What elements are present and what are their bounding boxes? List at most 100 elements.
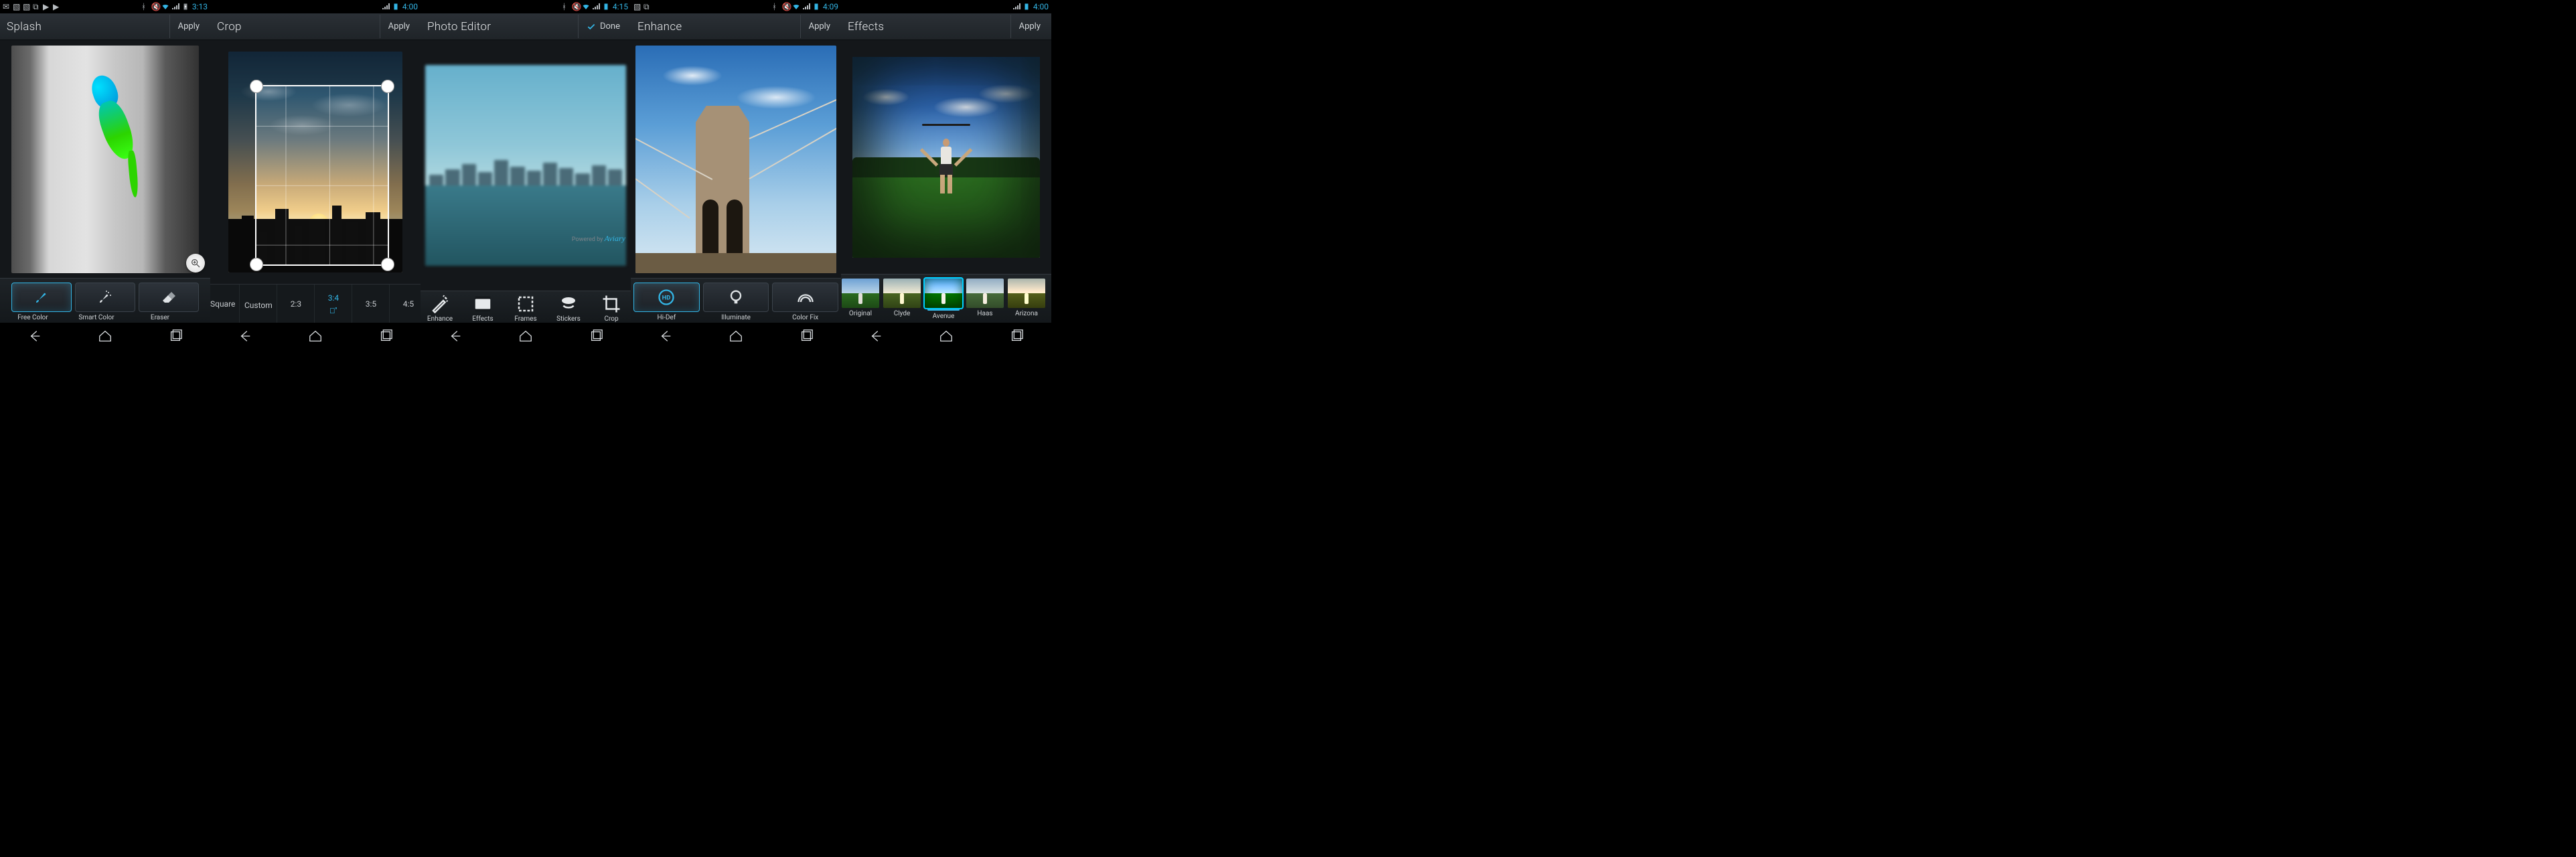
brush-icon: [33, 289, 50, 305]
check-icon: [587, 22, 596, 31]
recents-button[interactable]: [376, 326, 396, 346]
picture-icon: ▧: [23, 3, 31, 11]
crop-handle-bottom-left[interactable]: [250, 258, 263, 271]
back-button[interactable]: [235, 326, 255, 346]
hidef-button[interactable]: HD: [633, 283, 700, 312]
home-button[interactable]: [305, 326, 325, 346]
home-button[interactable]: [516, 326, 536, 346]
aspect-option-4-5[interactable]: 4:5: [390, 285, 421, 323]
screen-header: Photo Editor Done: [421, 13, 631, 40]
tool-label: Free Color: [3, 314, 63, 321]
crop-icon: [601, 294, 621, 314]
enhance-tool[interactable]: Enhance: [419, 294, 461, 323]
illuminate-button[interactable]: [703, 283, 769, 312]
home-button[interactable]: [95, 326, 115, 346]
crop-handle-bottom-right[interactable]: [381, 258, 394, 271]
filter-thumb: [925, 279, 962, 308]
back-button[interactable]: [866, 326, 886, 346]
aspect-option-square[interactable]: Square: [210, 285, 240, 323]
crop-frame[interactable]: [255, 85, 389, 266]
screen-editor: ᚼ 🔇 4:15 Photo Editor Done Powered by: [421, 0, 631, 349]
tool-label: Color Fix: [772, 314, 838, 321]
screen-header: Crop Apply: [210, 13, 421, 40]
aspect-option-3-5[interactable]: 3:5: [352, 285, 390, 323]
status-clock: 4:15: [613, 2, 628, 11]
filter-clyde[interactable]: Clyde: [883, 279, 921, 320]
effects-tool[interactable]: Effects: [462, 294, 504, 323]
system-nav: [841, 323, 1051, 349]
play-icon: ▶: [43, 3, 51, 11]
crop-handle-top-right[interactable]: [381, 80, 394, 93]
back-button[interactable]: [25, 326, 45, 346]
free-color-button[interactable]: [11, 283, 72, 312]
recents-button[interactable]: [796, 326, 816, 346]
recents-button[interactable]: [586, 326, 606, 346]
filter-original[interactable]: Original: [841, 279, 880, 320]
screen-effects: 4:00 Effects Apply Original: [841, 0, 1051, 349]
photo-canvas[interactable]: [210, 40, 421, 284]
aspect-option-2-3[interactable]: 2:3: [277, 285, 315, 323]
person-shape: [931, 124, 961, 198]
photo-canvas[interactable]: [841, 40, 1051, 274]
filter-avenue[interactable]: Avenue: [924, 279, 963, 320]
sparkle-brush-icon: [97, 289, 113, 305]
system-nav: [0, 323, 210, 349]
status-bar: ✉ ▧ ▧ ⧉ ▶ ▶ ᚼ 🔇 3:13: [0, 0, 210, 13]
apply-button[interactable]: Apply: [800, 15, 834, 38]
mail-icon: ✉: [3, 3, 11, 11]
aspect-option-custom[interactable]: Custom: [240, 285, 277, 323]
frames-tool[interactable]: Frames: [505, 294, 546, 323]
back-button[interactable]: [656, 326, 676, 346]
recents-button[interactable]: [1006, 326, 1027, 346]
apply-button[interactable]: Apply: [169, 15, 204, 38]
photo-canvas[interactable]: Powered by Aviary: [421, 40, 631, 291]
filter-arizona[interactable]: Arizona: [1007, 279, 1046, 320]
stickers-tool[interactable]: Stickers: [548, 294, 589, 323]
dropbox-icon: ⧉: [33, 3, 41, 11]
signal-icon: [382, 3, 390, 11]
crop-handle-top-left[interactable]: [250, 80, 263, 93]
rotate-icon: [329, 305, 338, 315]
bulb-icon: [727, 288, 745, 307]
eraser-icon: [161, 289, 177, 305]
film-icon: [473, 294, 493, 314]
filter-thumb: [842, 279, 879, 308]
home-button[interactable]: [726, 326, 746, 346]
tool-label: Illuminate: [703, 314, 769, 321]
screen-splash: ✉ ▧ ▧ ⧉ ▶ ▶ ᚼ 🔇 3:13 Splash Apply: [0, 0, 210, 349]
header-title: Effects: [848, 20, 1010, 33]
image-lizard: [11, 46, 199, 273]
battery-icon: [392, 3, 400, 11]
colorfix-button[interactable]: [772, 283, 838, 312]
system-nav: [631, 323, 841, 349]
battery-icon: [181, 3, 190, 11]
tool-label: Hi-Def: [633, 314, 700, 321]
photo-canvas[interactable]: [631, 40, 841, 278]
wifi-icon: [582, 3, 590, 11]
apply-button[interactable]: Apply: [1010, 15, 1045, 38]
recents-button[interactable]: [165, 326, 185, 346]
home-button[interactable]: [936, 326, 956, 346]
system-nav: [210, 323, 421, 349]
photo-canvas[interactable]: [0, 40, 210, 278]
status-bar: ▧ ⧉ ᚼ 🔇 4:09: [631, 0, 841, 13]
svg-text:HD: HD: [662, 295, 671, 302]
signal-icon: [1012, 3, 1020, 11]
system-nav: [421, 323, 631, 349]
smart-color-button[interactable]: [75, 283, 135, 312]
battery-icon: [812, 3, 820, 11]
apply-button[interactable]: Apply: [380, 15, 414, 38]
zoom-button[interactable]: [186, 254, 205, 272]
signal-icon: [171, 3, 179, 11]
wifi-icon: [161, 3, 169, 11]
eraser-button[interactable]: [139, 283, 199, 312]
filter-haas[interactable]: Haas: [966, 279, 1004, 320]
back-button[interactable]: [445, 326, 465, 346]
image-person-field: [852, 57, 1040, 258]
crop-tool[interactable]: Crop: [591, 294, 631, 323]
status-left-icons: ✉ ▧ ▧ ⧉ ▶ ▶: [3, 3, 61, 11]
done-button[interactable]: Done: [578, 15, 624, 38]
status-bar: ᚼ 🔇 4:15: [421, 0, 631, 13]
powered-by: Powered by Aviary: [572, 234, 625, 244]
aspect-option-3-4[interactable]: 3:4: [315, 285, 352, 323]
